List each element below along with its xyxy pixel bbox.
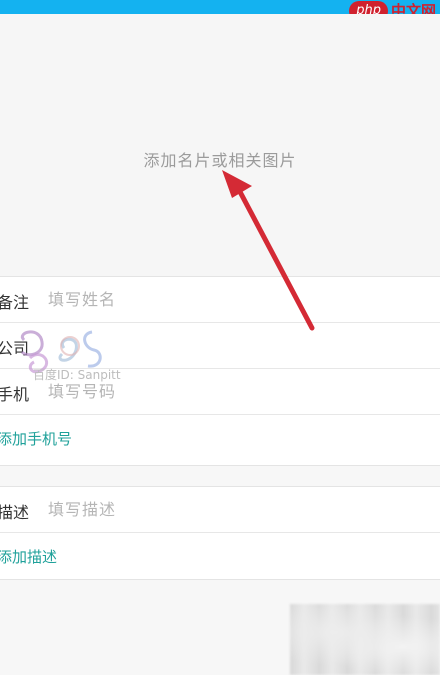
- description-input[interactable]: [48, 487, 428, 532]
- add-phone-link[interactable]: 添加手机号: [0, 428, 72, 449]
- contact-info-section: 备注 公司 手机 添加手机号: [0, 276, 440, 466]
- add-description-link[interactable]: 添加描述: [0, 546, 57, 567]
- form-row-description: 描述: [0, 487, 440, 533]
- contact-edit-screen: php 中文网 添加名片或相关图片 备注 公司 手机 添加手机号 描述 添加描述: [0, 0, 440, 675]
- form-row-phone: 手机: [0, 369, 440, 415]
- name-input[interactable]: [48, 277, 428, 322]
- company-label: 公司: [0, 339, 30, 358]
- description-label: 描述: [0, 503, 30, 522]
- blurred-region: [290, 604, 440, 675]
- description-section: 描述 添加描述: [0, 486, 440, 580]
- phone-input[interactable]: [48, 369, 428, 414]
- phone-label: 手机: [0, 385, 30, 404]
- add-description-row[interactable]: 添加描述: [0, 533, 440, 579]
- form-row-company: 公司: [0, 323, 440, 369]
- add-card-photo-area[interactable]: 添加名片或相关图片: [0, 14, 440, 276]
- add-photo-hint: 添加名片或相关图片: [143, 151, 297, 170]
- add-phone-row[interactable]: 添加手机号: [0, 415, 440, 461]
- form-row-remark: 备注: [0, 277, 440, 323]
- remark-label: 备注: [0, 293, 30, 312]
- company-input[interactable]: [48, 323, 428, 368]
